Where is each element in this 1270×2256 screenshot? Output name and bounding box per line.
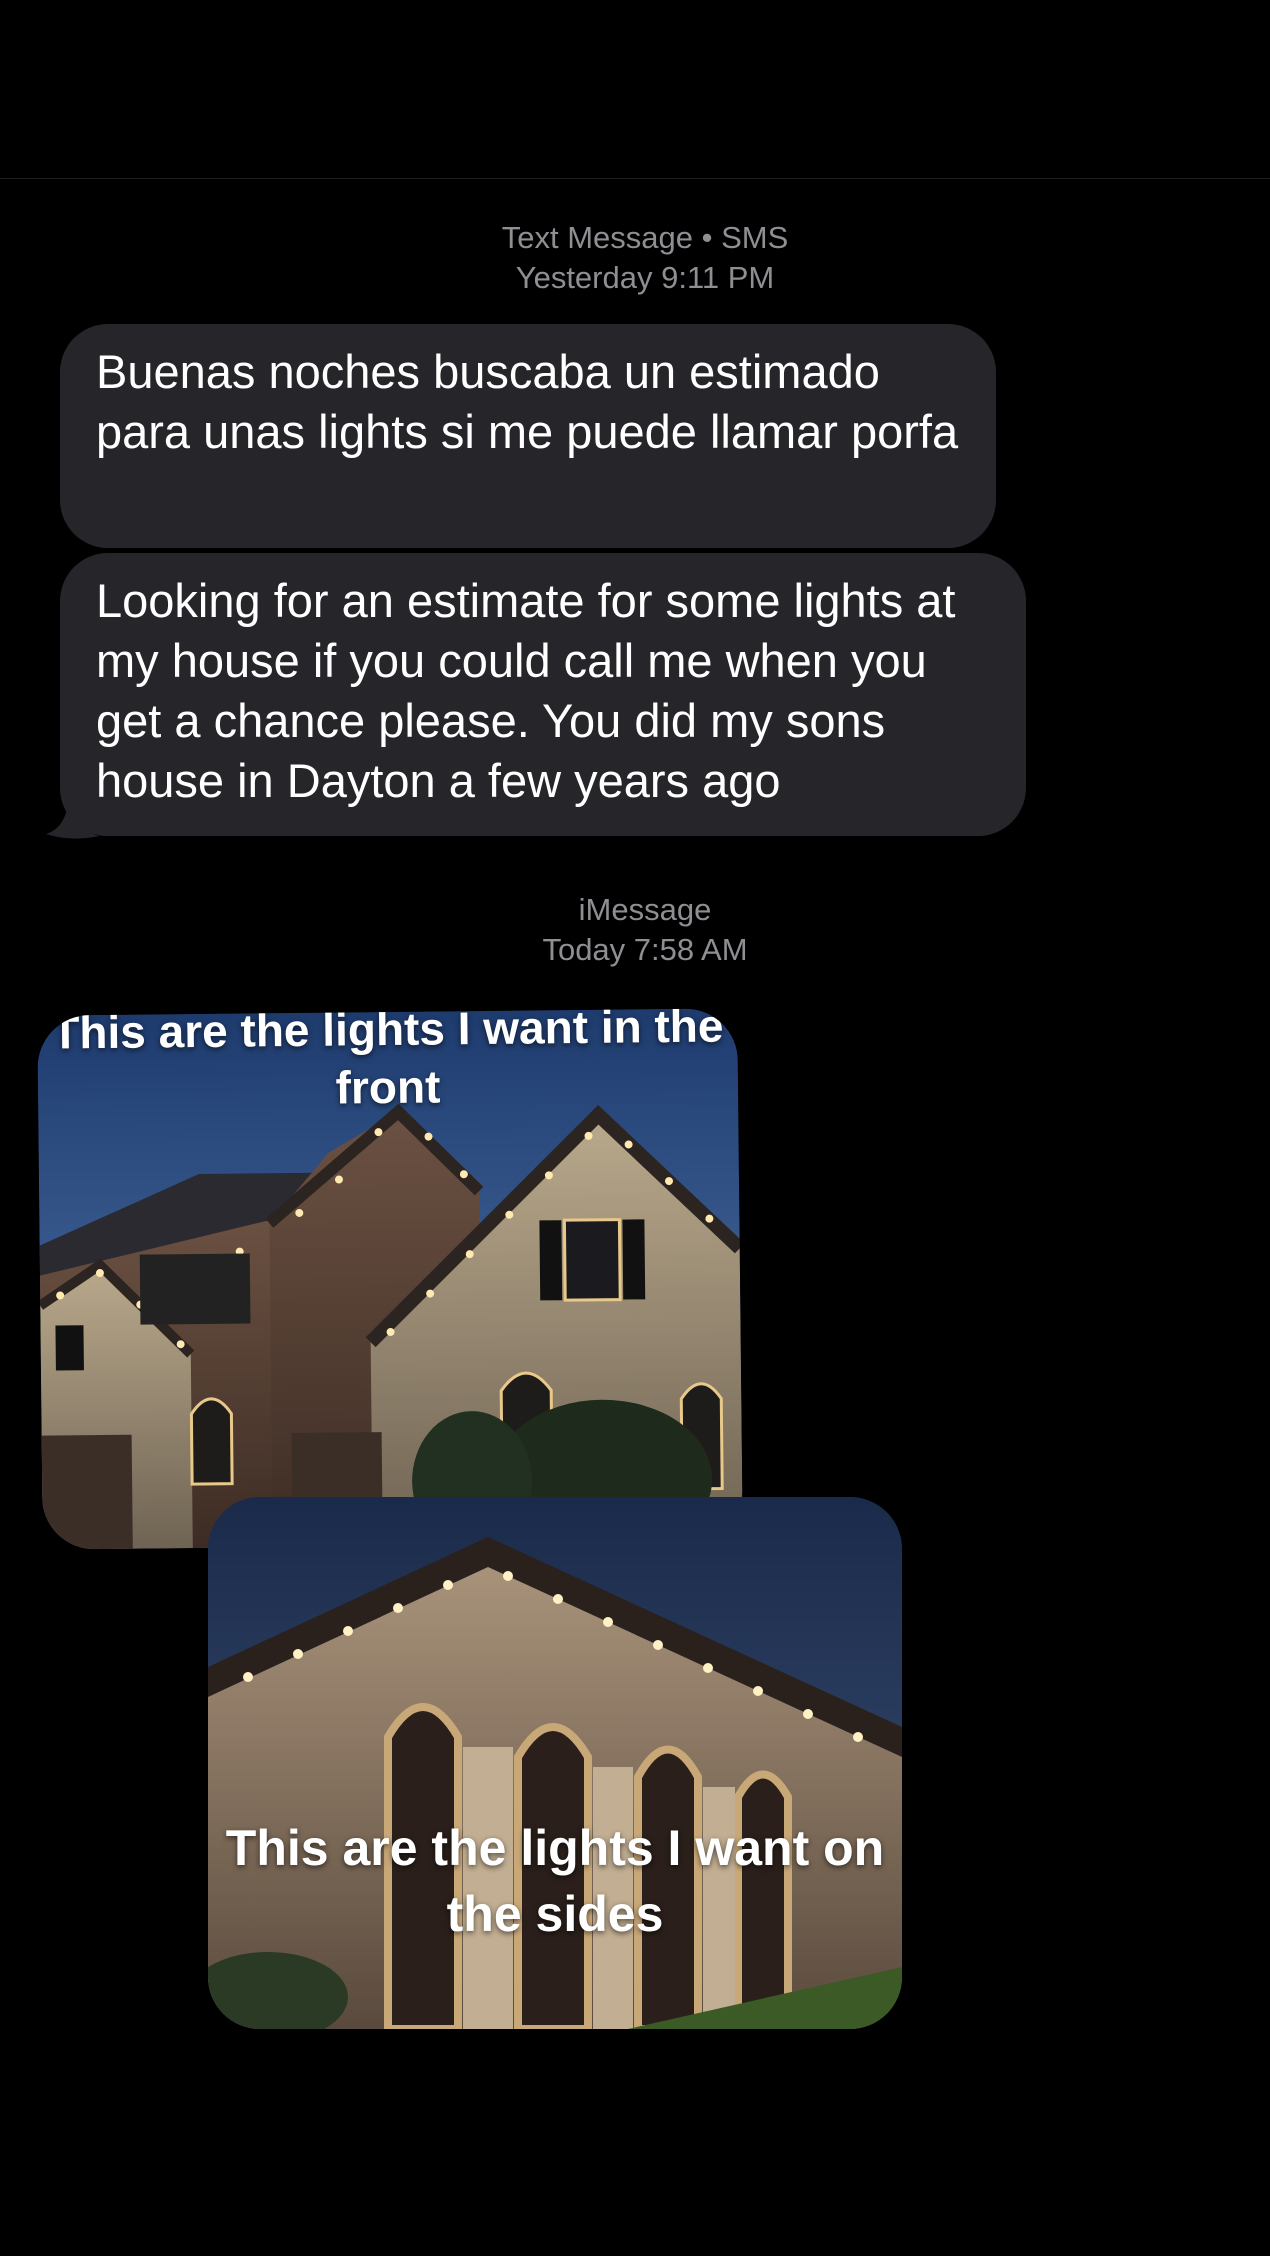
bubble-tail-icon — [46, 790, 100, 839]
service-label: iMessage — [578, 892, 712, 927]
house-front-photo[interactable]: This are the lights I want in the front — [37, 1008, 743, 1550]
house-side-photo-icon — [208, 1497, 902, 2029]
timestamp: Today 7:58 AM — [542, 932, 748, 967]
service-label: Text Message • SMS — [501, 220, 789, 255]
message-bubble[interactable]: Looking for an estimate for some lights … — [60, 553, 1026, 836]
timestamp: Yesterday 9:11 PM — [515, 260, 775, 295]
message-text: Looking for an estimate for some lights … — [96, 574, 956, 807]
house-side-photo[interactable]: This are the lights I want on the sides — [208, 1497, 902, 2029]
imessage-header: iMessage Today 7:58 AM — [0, 890, 1270, 970]
photo-caption: This are the lights I want on the sides — [225, 1820, 885, 1942]
message-text: Buenas noches buscaba un estimado para u… — [96, 345, 959, 458]
message-bubble[interactable]: Buenas noches buscaba un estimado para u… — [60, 324, 996, 548]
photo-caption: This are the lights I want in the front — [51, 1008, 724, 1114]
navigation-bar — [0, 0, 1270, 179]
sms-header: Text Message • SMS Yesterday 9:11 PM — [0, 218, 1270, 298]
